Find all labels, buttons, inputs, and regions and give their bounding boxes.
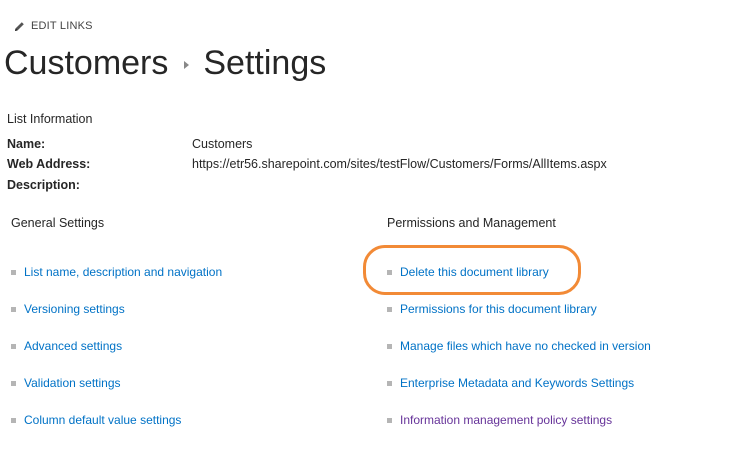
link-label: List name, description and navigation bbox=[24, 265, 223, 279]
link-advanced-settings[interactable]: Advanced settings bbox=[11, 339, 122, 353]
permissions-management-heading: Permissions and Management bbox=[387, 216, 556, 230]
description-label: Description: bbox=[7, 178, 80, 192]
bullet-icon bbox=[11, 380, 16, 386]
bullet-icon bbox=[387, 417, 392, 423]
bullet-icon bbox=[387, 269, 392, 275]
edit-links-label: EDIT LINKS bbox=[31, 20, 93, 32]
link-label: Delete this document library bbox=[400, 265, 549, 279]
link-column-default-value-settings[interactable]: Column default value settings bbox=[11, 413, 181, 427]
link-label: Validation settings bbox=[24, 376, 121, 390]
link-information-management-policy[interactable]: Information management policy settings bbox=[387, 413, 612, 427]
pencil-icon bbox=[15, 21, 24, 31]
link-label: Permissions for this document library bbox=[400, 302, 597, 316]
breadcrumb-arrow-icon bbox=[184, 61, 190, 69]
web-address-value: https://etr56.sharepoint.com/sites/testF… bbox=[192, 157, 607, 171]
edit-links-button[interactable]: EDIT LINKS bbox=[14, 20, 93, 32]
list-information-heading: List Information bbox=[7, 112, 93, 126]
page-title: Settings bbox=[203, 44, 327, 82]
link-enterprise-metadata-keywords[interactable]: Enterprise Metadata and Keywords Setting… bbox=[387, 376, 634, 390]
link-label: Advanced settings bbox=[24, 339, 123, 353]
link-label: Versioning settings bbox=[24, 302, 125, 316]
link-list-name-description-navigation[interactable]: List name, description and navigation bbox=[11, 265, 222, 279]
web-address-label: Web Address: bbox=[7, 157, 91, 171]
bullet-icon bbox=[11, 306, 16, 312]
bullet-icon bbox=[11, 343, 16, 349]
bullet-icon bbox=[387, 380, 392, 386]
name-label: Name: bbox=[7, 137, 46, 151]
link-versioning-settings[interactable]: Versioning settings bbox=[11, 302, 125, 316]
link-label: Information management policy settings bbox=[400, 413, 613, 427]
bullet-icon bbox=[11, 417, 16, 423]
link-label: Column default value settings bbox=[24, 413, 182, 427]
link-validation-settings[interactable]: Validation settings bbox=[11, 376, 121, 390]
breadcrumb: Customers Settings bbox=[4, 40, 326, 86]
bullet-icon bbox=[11, 269, 16, 275]
name-value: Customers bbox=[192, 137, 253, 151]
link-manage-unchecked-files[interactable]: Manage files which have no checked in ve… bbox=[387, 339, 651, 353]
link-label: Manage files which have no checked in ve… bbox=[400, 339, 651, 353]
breadcrumb-parent-link[interactable]: Customers bbox=[4, 40, 168, 86]
bullet-icon bbox=[387, 306, 392, 312]
general-settings-heading: General Settings bbox=[11, 216, 105, 230]
settings-page: EDIT LINKS Customers Settings List Infor… bbox=[0, 0, 730, 453]
link-delete-document-library[interactable]: Delete this document library bbox=[387, 265, 549, 279]
link-label: Enterprise Metadata and Keywords Setting… bbox=[400, 376, 635, 390]
bullet-icon bbox=[387, 343, 392, 349]
link-permissions-document-library[interactable]: Permissions for this document library bbox=[387, 302, 597, 316]
